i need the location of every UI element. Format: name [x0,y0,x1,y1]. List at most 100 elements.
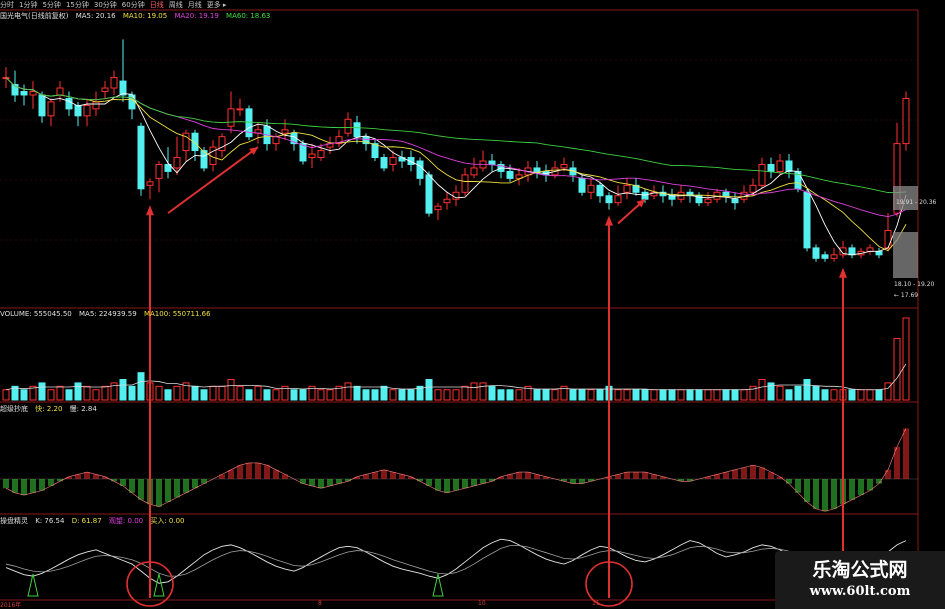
volume-bar [371,389,379,401]
period-toolbar: 分时 1分钟 5分钟 15分钟 30分钟 60分钟 日线 周线 月线 更多 ▸ [0,0,231,10]
volume-bar [218,385,226,401]
volume-bar [713,389,721,401]
volume-bar [74,382,82,401]
volume-bar [506,389,514,401]
volume-bar [623,389,631,401]
price-tag-low: ← 17.69 [894,292,919,299]
volume-bar [290,389,298,401]
kdj-signal-watch: 观望: 0.00 [108,517,144,525]
candle-body [641,191,649,200]
candle-body [47,101,55,117]
macd-title: 超级抄底 [0,405,28,413]
volume-bar [443,389,451,401]
volume-bar [704,389,712,401]
candle-body [425,174,433,214]
volume-bar [452,389,460,401]
candle-body [92,101,100,110]
candle-body [767,163,775,172]
volume-bar [794,385,802,401]
volume-bar [92,389,100,401]
candle-body [902,97,910,145]
volume-bar [578,389,586,401]
volume-bar [470,382,478,401]
macd-header: 超级抄底 快: 2.20 慢: 2.84 [0,404,102,414]
kdj-header: 操盘精灵 K: 76.54 D: 61.87 观望: 0.00 买入: 0.00 [0,516,190,526]
volume-bar [155,385,163,401]
volume-bar [758,379,766,401]
volume-bar [362,389,370,401]
period-tab[interactable]: 月线 [188,1,202,9]
volume-bar [857,389,865,401]
volume-bar [425,379,433,401]
volume-bar [776,385,784,401]
price-tag-upper: 19.91 - 20.36 [896,199,937,206]
candle-body [110,77,118,89]
candle-body [236,108,244,111]
candle-body [704,198,712,204]
candle-body [596,184,604,197]
volume-bar [173,385,181,401]
volume-bar [83,385,91,401]
date-tick: 8 [318,600,322,607]
period-tab[interactable]: 更多 ▸ [207,1,227,9]
candle-body [614,195,622,204]
candle-body [380,157,388,169]
volume-bar [785,389,793,401]
volume-bar [479,382,487,401]
candle-body [731,198,739,204]
candle-body [443,198,451,204]
period-tab[interactable]: 5分钟 [42,1,60,9]
period-tab[interactable]: 60分钟 [122,1,145,9]
volume-bar [668,389,676,401]
volume-bar [803,379,811,401]
candle-body [29,91,37,96]
ma10-readout: MA10: 19.05 [122,12,168,20]
volume-bar [299,389,307,401]
candle-body [146,181,154,186]
volume-bar [164,389,172,401]
candle-body [281,129,289,134]
period-tab[interactable]: 30分钟 [94,1,117,9]
volume-bar [875,389,883,401]
period-tab[interactable]: 日线 [150,1,164,9]
volume-bar [866,389,874,401]
volume-bar [191,385,199,401]
candle-body [155,163,163,179]
volume-bar [587,389,595,401]
volume-bar [272,389,280,401]
candle-body [272,136,280,145]
candle-body [866,247,874,252]
candle-body [749,184,757,193]
volume-bar [515,389,523,401]
volume-bar [353,385,361,401]
volume-bar [254,385,262,401]
volume-bar [200,389,208,401]
volume-bar [659,389,667,401]
volume-bar [551,389,559,401]
period-tab[interactable]: 1分钟 [19,1,37,9]
volume-bar [893,338,901,401]
candle-body [587,184,595,193]
candle-body [560,163,568,169]
candle-body [317,150,325,159]
candle-body [74,104,82,117]
macd-fast: 快: 2.20 [35,405,63,413]
candle-body [344,118,352,134]
volume-bar [902,317,910,401]
volume-bar [137,372,145,401]
period-tab[interactable]: 15分钟 [66,1,89,9]
period-tab[interactable]: 周线 [169,1,183,9]
volume-header: VOLUME: 555045.50 MA5: 224939.59 MA100: … [0,310,216,318]
volume-bar [632,389,640,401]
candle-body [308,153,316,159]
volume-bar [434,389,442,401]
candle-body [848,247,856,256]
volume-bar [317,389,325,401]
candle-body [758,163,766,186]
candle-body [461,174,469,193]
period-tab[interactable]: 分时 [0,1,14,9]
watermark-url: www.60lt.com [809,584,911,599]
kdj-signal-buy: 买入: 0.00 [150,517,185,525]
candle-body [83,104,91,117]
volume-bar [236,385,244,401]
